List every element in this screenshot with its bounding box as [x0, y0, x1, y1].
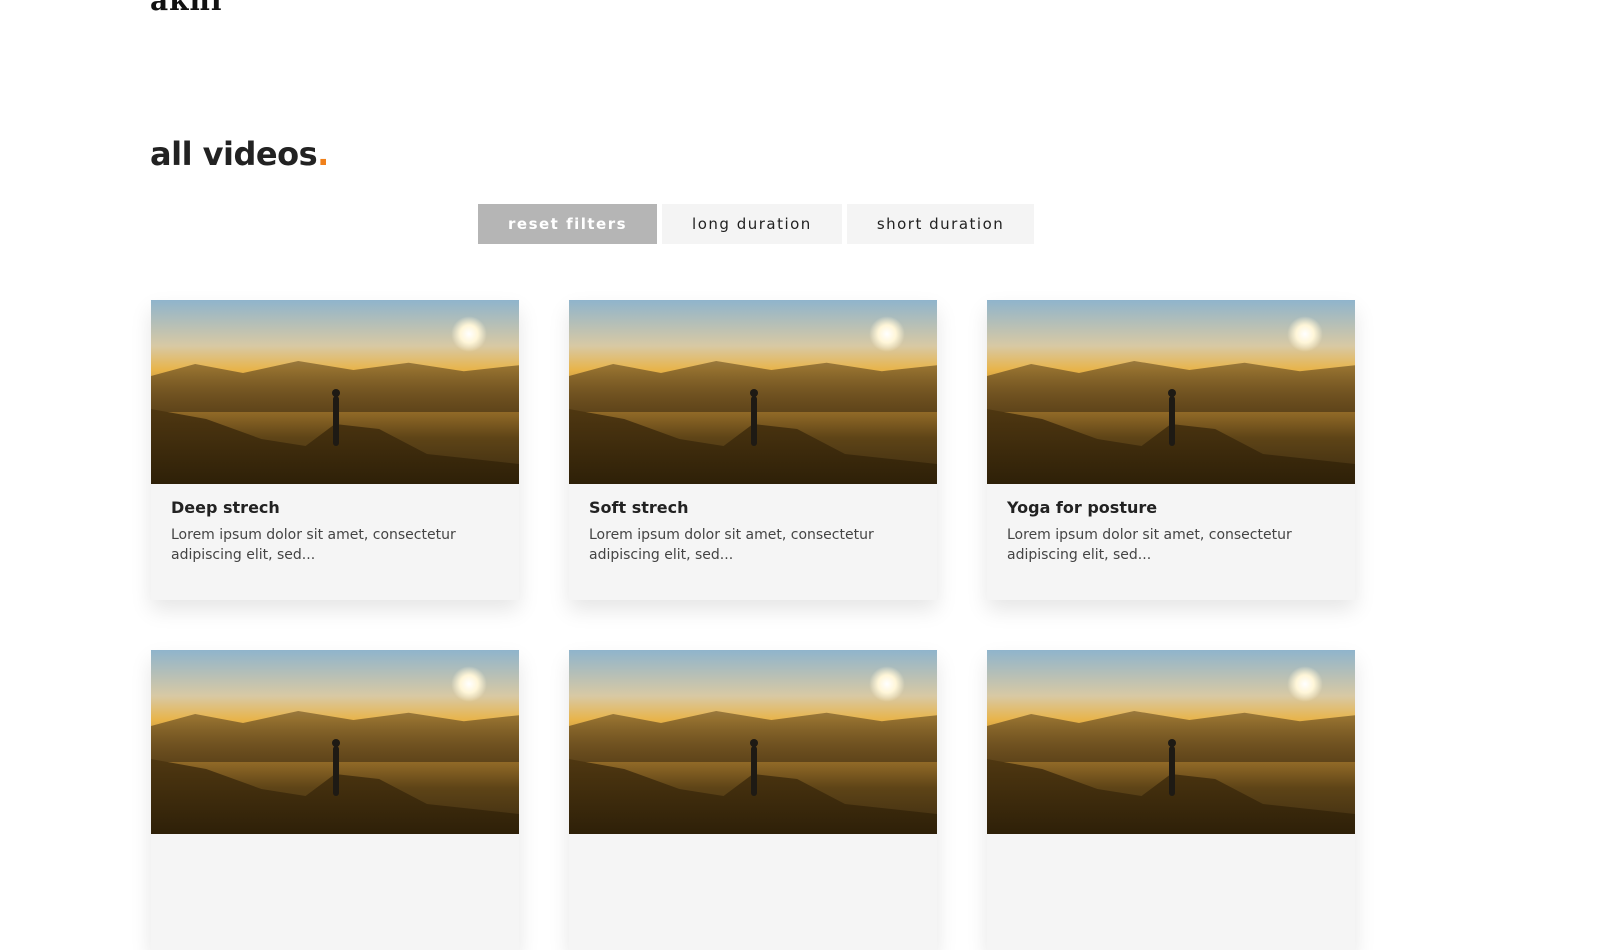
sun-graphic	[451, 316, 487, 352]
yoga-person-graphic	[1168, 739, 1176, 796]
reset-filters-button[interactable]: reset filters	[478, 204, 658, 244]
sun-graphic	[869, 666, 905, 702]
card-body: Soft strech Lorem ipsum dolor sit amet, …	[569, 484, 937, 600]
sun-graphic	[1287, 666, 1323, 702]
video-thumbnail[interactable]	[151, 300, 519, 484]
video-card[interactable]	[151, 650, 519, 950]
title-accent-dot: .	[317, 135, 329, 173]
yoga-person-graphic	[750, 389, 758, 446]
section-title: all videos.	[150, 135, 329, 173]
video-description: Lorem ipsum dolor sit amet, consectetur …	[1007, 527, 1292, 563]
video-description: Lorem ipsum dolor sit amet, consectetur …	[171, 527, 456, 563]
video-thumbnail[interactable]	[151, 650, 519, 834]
card-body: Deep strech Lorem ipsum dolor sit amet, …	[151, 484, 519, 600]
video-thumbnail[interactable]	[987, 300, 1355, 484]
filter-bar: reset filters long duration short durati…	[478, 204, 1035, 244]
card-body	[569, 834, 937, 950]
video-thumbnail[interactable]	[987, 650, 1355, 834]
yoga-person-graphic	[1168, 389, 1176, 446]
video-description: Lorem ipsum dolor sit amet, consectetur …	[589, 527, 874, 563]
yoga-person-graphic	[332, 739, 340, 796]
sun-graphic	[451, 666, 487, 702]
section-title-text: all videos	[150, 135, 318, 173]
yoga-person-graphic	[332, 389, 340, 446]
video-title[interactable]: Yoga for posture	[1007, 498, 1335, 517]
sun-graphic	[869, 316, 905, 352]
yoga-person-graphic	[750, 739, 758, 796]
video-card[interactable]: Soft strech Lorem ipsum dolor sit amet, …	[569, 300, 937, 600]
video-card[interactable]	[569, 650, 937, 950]
video-thumbnail[interactable]	[569, 300, 937, 484]
video-card[interactable]: Deep strech Lorem ipsum dolor sit amet, …	[151, 300, 519, 600]
video-thumbnail[interactable]	[569, 650, 937, 834]
video-card[interactable]: Yoga for posture Lorem ipsum dolor sit a…	[987, 300, 1355, 600]
long-duration-filter-button[interactable]: long duration	[662, 204, 842, 244]
video-grid: Deep strech Lorem ipsum dolor sit amet, …	[151, 300, 1355, 950]
site-logo[interactable]: akhi	[150, 0, 223, 17]
video-card[interactable]	[987, 650, 1355, 950]
card-body	[151, 834, 519, 950]
card-body	[987, 834, 1355, 950]
video-title[interactable]: Soft strech	[589, 498, 917, 517]
card-body: Yoga for posture Lorem ipsum dolor sit a…	[987, 484, 1355, 600]
video-title[interactable]: Deep strech	[171, 498, 499, 517]
sun-graphic	[1287, 316, 1323, 352]
short-duration-filter-button[interactable]: short duration	[846, 204, 1035, 244]
